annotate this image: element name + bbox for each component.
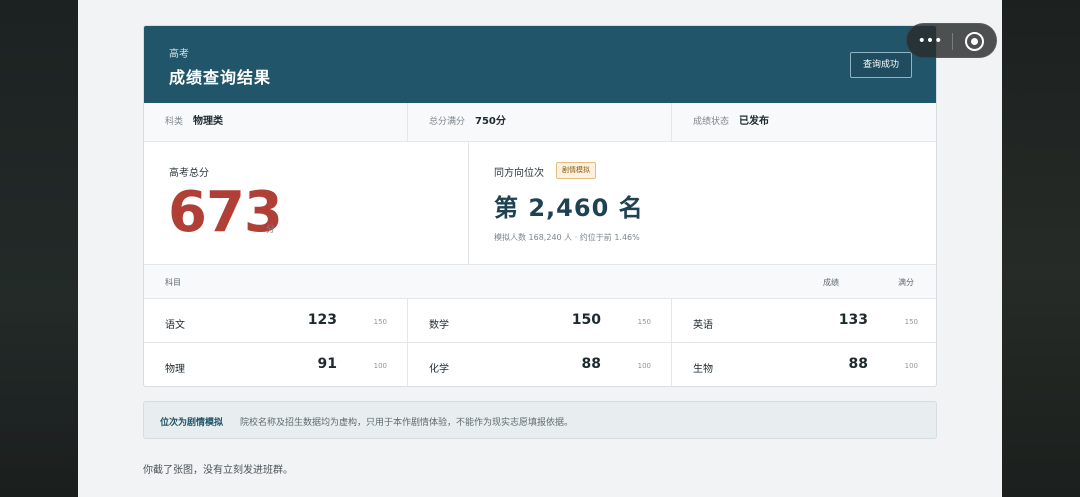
mini-program-capsule: ••• [906,23,997,58]
subject-name: 化学 [429,364,449,375]
subject-full: 150 [373,318,387,326]
subject-score: 123 [307,312,337,328]
subject-name: 物理 [165,364,185,375]
subject-cell: 生物 88 100 [672,343,936,386]
subject-score: 88 [581,356,601,372]
page: 高考 成绩查询结果 查询成功 科类 物理类 总分满分 750分 成绩状态 已发布 高考… [78,0,1002,497]
subject-full: 150 [637,318,651,326]
exam-eyebrow: 高考 [169,49,189,60]
background-left [0,0,78,497]
subject-name: 英语 [693,320,713,331]
total-score-value: 673 [168,180,283,245]
background-right [1002,0,1080,497]
subject-full: 150 [904,318,918,326]
subjects-grid: 语文 123 150 数学 150 150 英语 133 150 物理 91 1… [144,299,936,386]
subject-cell: 语文 123 150 [144,299,408,343]
info-status-key: 成绩状态 [693,117,730,127]
query-success-button[interactable]: 查询成功 [850,52,912,78]
disclaimer-notice: 位次为剧情模拟 院校名称及招生数据均为虚构，只用于本作剧情体验，不能作为现实志愿… [143,401,937,439]
subject-full: 100 [373,362,387,370]
subject-name: 数学 [429,320,449,331]
info-status-value: 已发布 [739,116,770,127]
subject-name: 生物 [693,364,713,375]
info-category: 科类 物理类 [144,103,408,141]
col-full: 满分 [898,278,914,287]
simulation-badge: 剧情模拟 [556,162,596,179]
col-subject: 科目 [165,278,181,287]
more-dots-icon[interactable]: ••• [917,31,943,51]
info-status: 成绩状态 已发布 [672,103,936,141]
subjects-table-header: 科目 成绩 满分 [144,265,936,299]
target-circle-icon[interactable] [965,32,984,51]
result-card: 高考 成绩查询结果 查询成功 科类 物理类 总分满分 750分 成绩状态 已发布 高考… [143,25,937,387]
screen: 高考 成绩查询结果 查询成功 科类 物理类 总分满分 750分 成绩状态 已发布 高考… [0,0,1080,497]
subject-cell: 数学 150 150 [408,299,672,343]
info-row: 科类 物理类 总分满分 750分 成绩状态 已发布 [144,103,936,142]
subject-full: 100 [904,362,918,370]
narration-text: 你截了张图，没有立刻发进班群。 [143,465,293,476]
rank-value: 第 2,460 名 [494,194,644,222]
card-header: 高考 成绩查询结果 查询成功 [144,26,936,103]
subject-score: 133 [838,312,868,328]
subject-cell: 物理 91 100 [144,343,408,386]
info-full-score-value: 750分 [475,116,506,127]
subject-score: 91 [317,356,337,372]
subject-name: 语文 [165,320,185,331]
score-row: 高考总分 673 分 同方向位次 剧情模拟 第 2,460 名 模拟人数 168… [144,142,936,265]
col-score: 成绩 [823,278,839,287]
info-category-key: 科类 [165,117,184,127]
info-category-value: 物理类 [193,116,224,127]
total-score-panel: 高考总分 673 分 [144,142,469,264]
subject-cell: 化学 88 100 [408,343,672,386]
subject-full: 100 [637,362,651,370]
total-score-unit: 分 [266,225,276,235]
info-full-score: 总分满分 750分 [408,103,672,141]
subject-cell: 英语 133 150 [672,299,936,343]
rank-label: 同方向位次 [494,168,544,179]
notice-title: 位次为剧情模拟 [160,418,224,428]
notice-body: 院校名称及招生数据均为虚构，只用于本作剧情体验，不能作为现实志愿填报依据。 [240,418,574,428]
capsule-divider [952,33,953,50]
page-title: 成绩查询结果 [169,68,272,87]
total-score-label: 高考总分 [169,168,209,179]
subject-score: 150 [571,312,601,328]
rank-note: 模拟人数 168,240 人 · 约位于前 1.46% [494,233,640,242]
info-full-score-key: 总分满分 [429,117,466,127]
subject-score: 88 [848,356,868,372]
